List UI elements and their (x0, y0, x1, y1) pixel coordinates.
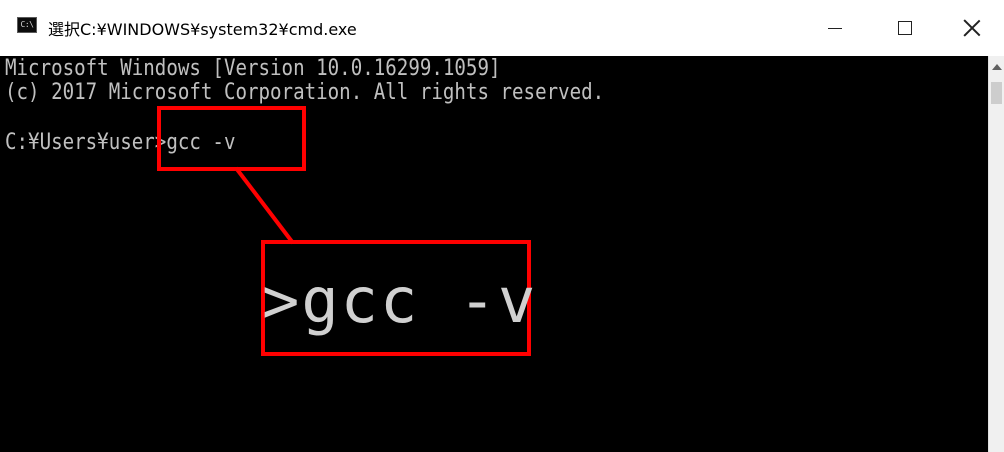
maximize-icon (898, 21, 912, 35)
minimize-icon (828, 27, 842, 29)
vertical-scrollbar[interactable] (988, 56, 1004, 452)
window-title: 選択C:¥WINDOWS¥system32¥cmd.exe (48, 20, 357, 39)
console-icon: C:\ (17, 17, 37, 33)
console-line-copyright: (c) 2017 Microsoft Corporation. All righ… (5, 80, 605, 105)
scroll-up-icon[interactable] (992, 64, 1002, 70)
scroll-thumb[interactable] (991, 82, 1002, 104)
title-bar[interactable]: C:\ 選択C:¥WINDOWS¥system32¥cmd.exe (0, 0, 1004, 57)
zoom-callout-text: >gcc -v (262, 264, 538, 337)
maximize-button[interactable] (870, 0, 940, 56)
close-icon (963, 19, 981, 37)
minimize-button[interactable] (800, 0, 870, 56)
close-button[interactable] (940, 0, 1004, 56)
highlight-box-command (157, 106, 306, 171)
cmd-window: C:\ 選択C:¥WINDOWS¥system32¥cmd.exe Micros… (0, 0, 1004, 452)
console-line-version: Microsoft Windows [Version 10.0.16299.10… (5, 56, 501, 81)
